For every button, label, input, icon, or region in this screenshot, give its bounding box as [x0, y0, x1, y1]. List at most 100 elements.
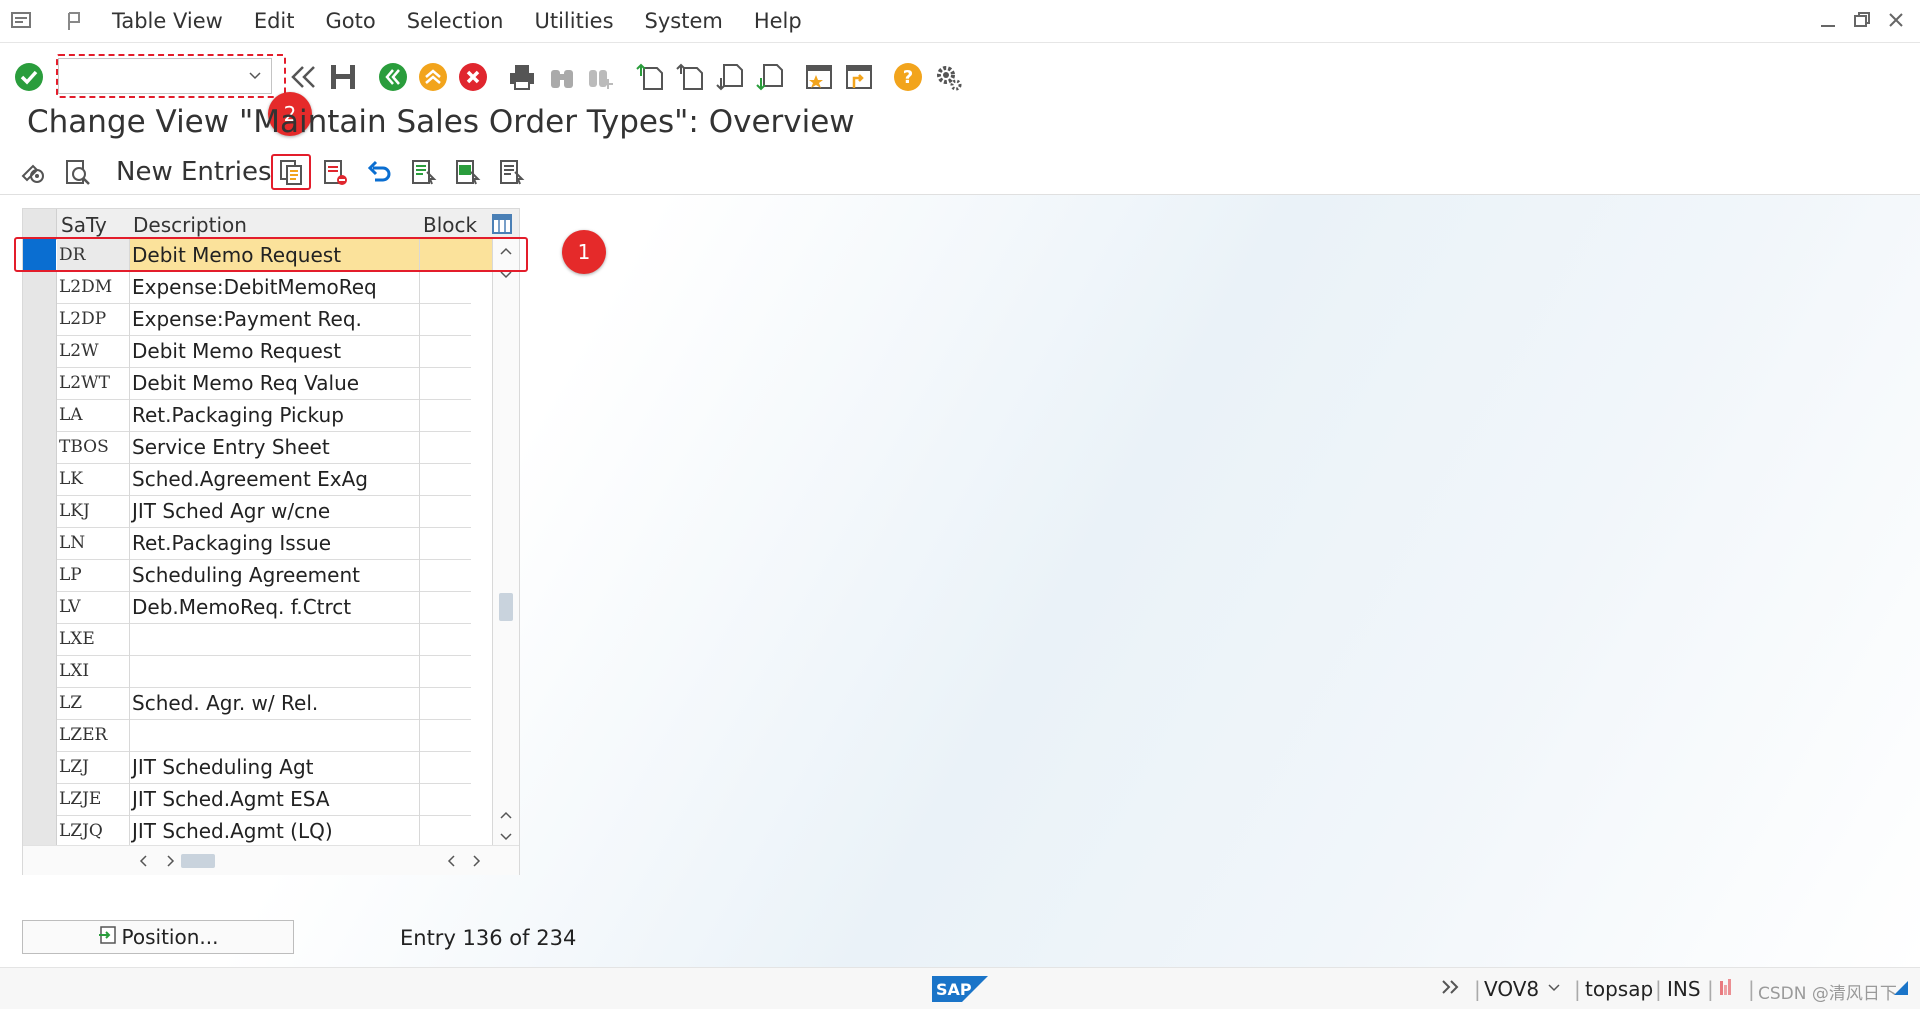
flag-icon[interactable]	[64, 10, 86, 36]
generate-shortcut-icon[interactable]	[842, 60, 876, 94]
cell-block-checkbox[interactable]	[420, 559, 493, 591]
cell-description[interactable]: Deb.MemoReq. f.Ctrct	[130, 591, 420, 623]
cell-description[interactable]: Debit Memo Request	[130, 335, 420, 367]
menu-edit[interactable]: Edit	[254, 9, 295, 33]
cell-block-checkbox[interactable]	[420, 783, 493, 815]
cell-saty[interactable]: TBOS	[57, 431, 130, 463]
cell-block-checkbox[interactable]	[420, 367, 493, 399]
menu-utilities[interactable]: Utilities	[534, 9, 613, 33]
cell-block-checkbox[interactable]	[420, 719, 493, 751]
cell-saty[interactable]: LZJ	[57, 751, 130, 783]
row-selector[interactable]	[23, 527, 57, 559]
cell-block-checkbox[interactable]	[420, 303, 493, 335]
select-all-icon[interactable]	[406, 156, 440, 188]
table-row[interactable]: LXE	[23, 623, 493, 656]
find-next-icon[interactable]	[583, 60, 617, 94]
row-selector[interactable]	[23, 399, 57, 431]
cell-block-checkbox[interactable]	[420, 431, 493, 463]
cell-block-checkbox[interactable]	[420, 687, 493, 719]
find-icon[interactable]	[545, 60, 579, 94]
cell-block-checkbox[interactable]	[420, 399, 493, 431]
menu-help[interactable]: Help	[754, 9, 802, 33]
print-icon[interactable]	[505, 60, 539, 94]
vertical-scrollbar[interactable]	[493, 239, 519, 845]
column-header-description[interactable]: Description	[133, 209, 247, 239]
row-selector[interactable]	[23, 815, 57, 847]
cell-description[interactable]	[130, 719, 420, 751]
scroll-left-icon[interactable]	[137, 853, 151, 873]
minimize-icon[interactable]	[1818, 10, 1838, 34]
scroll-thumb[interactable]	[499, 593, 513, 621]
row-selector[interactable]	[23, 271, 57, 303]
row-selector[interactable]	[23, 623, 57, 655]
back-icon[interactable]	[376, 60, 410, 94]
cell-block-checkbox[interactable]	[420, 271, 493, 303]
status-dropdown-icon[interactable]	[1546, 977, 1562, 1002]
cell-description[interactable]: JIT Scheduling Agt	[130, 751, 420, 783]
last-page-icon[interactable]	[753, 60, 787, 94]
deselect-all-icon[interactable]	[494, 156, 528, 188]
next-page-icon[interactable]	[713, 60, 747, 94]
cell-description[interactable]: Ret.Packaging Issue	[130, 527, 420, 559]
cell-saty[interactable]: LZJQ	[57, 815, 130, 847]
row-selector[interactable]	[23, 751, 57, 783]
table-row[interactable]: L2WT Debit Memo Req Value	[23, 367, 493, 400]
row-selector[interactable]	[23, 655, 57, 687]
delete-icon[interactable]	[318, 156, 352, 188]
row-selector[interactable]	[23, 335, 57, 367]
row-selector[interactable]	[23, 303, 57, 335]
cell-block-checkbox[interactable]	[420, 527, 493, 559]
table-row[interactable]: LK Sched.Agreement ExAg	[23, 463, 493, 496]
cell-block-checkbox[interactable]	[420, 623, 493, 655]
table-row[interactable]: L2W Debit Memo Request	[23, 335, 493, 368]
create-session-icon[interactable]	[802, 60, 836, 94]
cell-saty[interactable]: LK	[57, 463, 130, 495]
cell-saty[interactable]: LV	[57, 591, 130, 623]
cell-description[interactable]: Sched.Agreement ExAg	[130, 463, 420, 495]
horizontal-scrollbar[interactable]	[23, 845, 519, 875]
cell-saty[interactable]: L2WT	[57, 367, 130, 399]
scroll-right-2-icon[interactable]	[469, 853, 483, 873]
exit-icon[interactable]	[416, 60, 450, 94]
scroll-left-2-icon[interactable]	[445, 853, 459, 873]
cell-saty[interactable]: LA	[57, 399, 130, 431]
row-selector[interactable]	[23, 719, 57, 751]
row-selector[interactable]	[23, 591, 57, 623]
status-expand-icon[interactable]	[1440, 977, 1462, 1002]
row-selector[interactable]	[23, 431, 57, 463]
cell-description[interactable]	[130, 623, 420, 655]
table-row[interactable]: LZJQ JIT Sched.Agmt (LQ)	[23, 815, 493, 848]
cell-saty[interactable]: L2DM	[57, 271, 130, 303]
row-selector[interactable]	[23, 495, 57, 527]
cell-saty[interactable]: LKJ	[57, 495, 130, 527]
details-icon[interactable]	[60, 156, 94, 188]
cell-description[interactable]: Scheduling Agreement	[130, 559, 420, 591]
scroll-page-up-icon[interactable]	[498, 807, 514, 826]
table-row[interactable]: LP Scheduling Agreement	[23, 559, 493, 592]
close-window-icon[interactable]	[1886, 10, 1906, 34]
previous-page-icon[interactable]	[673, 60, 707, 94]
settings-gear-icon[interactable]	[931, 60, 965, 94]
table-row[interactable]: TBOS Service Entry Sheet	[23, 431, 493, 464]
new-entries-button[interactable]: New Entries	[116, 156, 272, 188]
select-all-rows-cell[interactable]	[23, 209, 57, 239]
table-row[interactable]: LXI	[23, 655, 493, 688]
column-header-saty[interactable]: SaTy	[61, 209, 107, 239]
row-selector[interactable]	[23, 559, 57, 591]
position-button[interactable]: Position...	[22, 920, 294, 954]
table-row[interactable]: L2DM Expense:DebitMemoReq	[23, 271, 493, 304]
row-selector[interactable]	[23, 687, 57, 719]
scroll-right-icon[interactable]	[163, 853, 177, 873]
cell-description[interactable]: Ret.Packaging Pickup	[130, 399, 420, 431]
cell-block-checkbox[interactable]	[420, 335, 493, 367]
h-scroll-thumb[interactable]	[181, 854, 215, 868]
restore-icon[interactable]	[1852, 10, 1872, 34]
cell-block-checkbox[interactable]	[420, 751, 493, 783]
cell-block-checkbox[interactable]	[420, 815, 493, 847]
cell-description[interactable]: Service Entry Sheet	[130, 431, 420, 463]
cell-saty[interactable]: L2DP	[57, 303, 130, 335]
row-selector[interactable]	[23, 783, 57, 815]
cell-block-checkbox[interactable]	[420, 655, 493, 687]
menu-system[interactable]: System	[645, 9, 723, 33]
cell-description[interactable]: Sched. Agr. w/ Rel.	[130, 687, 420, 719]
